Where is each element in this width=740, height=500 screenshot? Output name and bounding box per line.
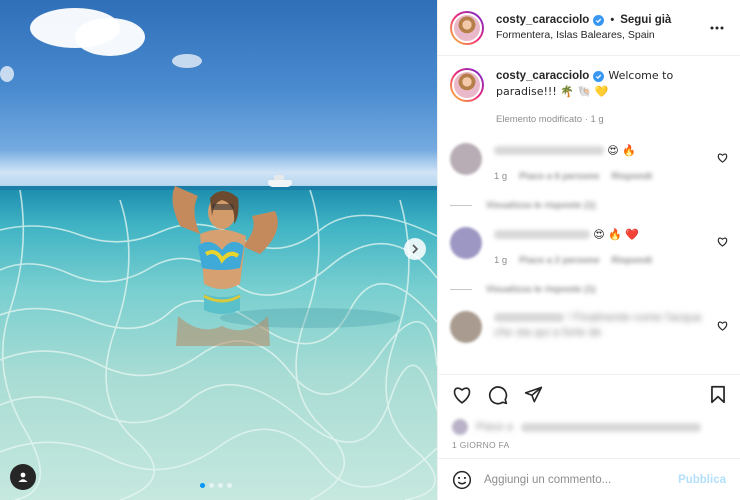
post-details-panel: costy_caracciolo • Segui già Formentera,…	[437, 0, 740, 500]
more-options-button[interactable]	[706, 17, 728, 39]
following-button[interactable]: Segui già	[620, 14, 671, 26]
comment-text: 😍 🔥	[607, 144, 636, 157]
comment-button[interactable]	[488, 385, 508, 405]
verified-badge-icon	[593, 14, 605, 26]
like-comment-heart-icon[interactable]	[717, 153, 728, 163]
carousel-dot	[200, 483, 205, 488]
separator-dot: •	[610, 14, 615, 26]
comment-likes[interactable]: Piace a 6 persone	[519, 169, 599, 184]
add-comment-bar: Pubblica	[438, 458, 740, 500]
reply-button[interactable]: Rispondi	[612, 253, 653, 268]
like-comment-heart-icon[interactable]	[717, 237, 728, 247]
comment-item: 😍 🔥 ❤️ 1 g Piace a 2 persone Rispondi	[450, 227, 728, 268]
comment-item: 😍 🔥 1 g Piace a 6 persone Rispondi	[450, 143, 728, 184]
user-icon	[18, 472, 28, 482]
view-replies-button[interactable]: Visualizza le risposte (1)	[450, 200, 728, 211]
comment-icon	[488, 385, 508, 405]
publish-button[interactable]: Pubblica	[678, 474, 726, 486]
cloud	[0, 66, 14, 82]
commenter-avatar[interactable]	[450, 227, 482, 259]
carousel-dot	[218, 483, 223, 488]
woman-figure	[172, 186, 278, 346]
bookmark-icon	[711, 385, 725, 404]
post-caption: costy_caracciolo Welcome to paradise!!! …	[450, 68, 728, 127]
tagged-users-button[interactable]	[10, 464, 36, 490]
like-button[interactable]	[452, 386, 472, 404]
cloud	[75, 18, 145, 56]
share-button[interactable]	[524, 385, 543, 404]
comment-item: ! Finalmente come l'acqua che sta qui a …	[450, 311, 728, 343]
likes-detail	[520, 422, 701, 432]
post-photo[interactable]	[0, 0, 437, 500]
instagram-post-window: costy_caracciolo • Segui già Formentera,…	[0, 0, 740, 500]
carousel-indicator	[200, 483, 232, 488]
liker-avatar	[452, 419, 468, 435]
commenter-username[interactable]	[494, 146, 604, 156]
comments-list[interactable]: costy_caracciolo Welcome to paradise!!! …	[438, 56, 740, 374]
post-header: costy_caracciolo • Segui già Formentera,…	[438, 0, 740, 56]
reply-button[interactable]: Rispondi	[612, 169, 653, 184]
likes-text: Piace a	[476, 421, 513, 433]
post-actions-bar	[438, 374, 740, 414]
heart-icon	[453, 386, 471, 404]
carousel-dot	[227, 483, 232, 488]
smiley-icon	[452, 470, 472, 489]
emoji-button[interactable]	[452, 470, 472, 490]
avatar[interactable]	[450, 10, 484, 45]
author-username[interactable]: costy_caracciolo	[496, 14, 589, 26]
chevron-right-icon	[412, 244, 419, 254]
likes-summary[interactable]: Piace a	[438, 414, 740, 440]
next-image-button[interactable]	[404, 238, 426, 260]
comment-likes[interactable]: Piace a 2 persone	[519, 253, 599, 268]
commenter-avatar[interactable]	[450, 143, 482, 175]
carousel-dot	[209, 483, 214, 488]
caption-avatar[interactable]	[450, 68, 484, 102]
commenter-avatar[interactable]	[450, 311, 482, 343]
save-button[interactable]	[710, 385, 726, 404]
comment-time: 1 g	[494, 171, 508, 182]
commenter-username[interactable]	[494, 313, 564, 323]
comment-text: 😍 🔥 ❤️	[593, 228, 640, 241]
comment-input[interactable]	[484, 473, 667, 486]
caption-edited-info: Elemento modificato · 1 g	[496, 114, 604, 125]
cloud	[172, 54, 202, 68]
post-location[interactable]: Formentera, Islas Baleares, Spain	[496, 29, 706, 41]
verified-badge-icon	[593, 71, 605, 82]
post-time: 1 GIORNO FA	[452, 440, 510, 450]
like-comment-heart-icon[interactable]	[717, 321, 728, 331]
caption-username[interactable]: costy_caracciolo	[496, 70, 589, 82]
send-icon	[524, 386, 543, 403]
commenter-username[interactable]	[494, 230, 590, 240]
view-replies-button[interactable]: Visualizza le risposte (1)	[450, 284, 728, 295]
ellipsis-icon	[710, 26, 724, 29]
comment-time: 1 g	[494, 255, 508, 266]
